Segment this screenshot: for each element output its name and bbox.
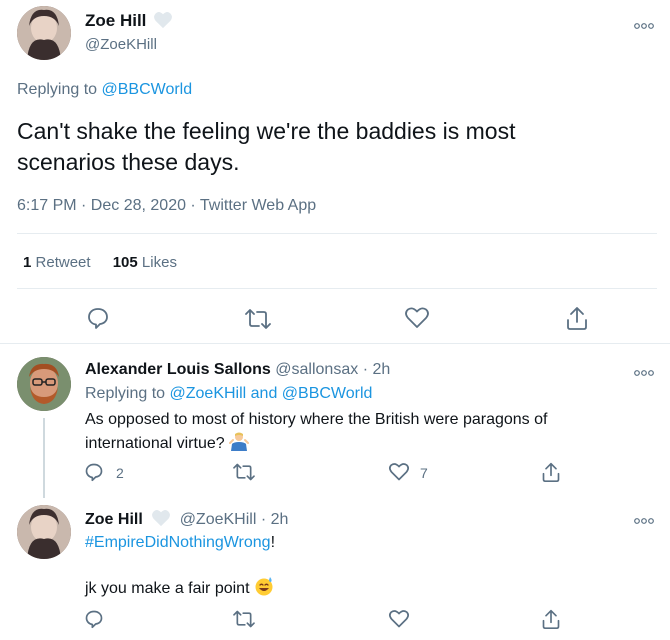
like-button[interactable] xyxy=(404,306,430,330)
share-button[interactable] xyxy=(541,461,561,483)
thread-line xyxy=(43,418,45,498)
replying-to-line: Replying to @BBCWorld xyxy=(17,81,192,99)
more-icon[interactable] xyxy=(634,364,654,376)
tweet-text-line1: Can't shake the feeling we're the baddie… xyxy=(17,118,516,144)
engagement-stats: 1 Retweet 105 Likes xyxy=(23,254,177,271)
tweet-text-line2: scenarios these days. xyxy=(17,149,240,175)
reply1-replying-to: Replying to @ZoeKHill and @BBCWorld xyxy=(85,385,372,403)
more-icon[interactable] xyxy=(634,512,654,524)
tweet-text: Can't shake the feeling we're the baddie… xyxy=(17,116,657,178)
reply1-text-line1: As opposed to most of history where the … xyxy=(85,411,548,428)
reply1-text: As opposed to most of history where the … xyxy=(85,409,645,458)
heart-badge-icon xyxy=(151,509,171,532)
reply1-time[interactable]: · 2h xyxy=(363,361,391,378)
reply-count: 2 xyxy=(116,465,124,481)
author-handle[interactable]: @ZoeKHill xyxy=(85,36,157,53)
reply-button[interactable] xyxy=(84,609,104,629)
tweet-timestamp[interactable]: 6:17 PM · Dec 28, 2020 · Twitter Web App xyxy=(17,197,316,215)
retweet-button[interactable] xyxy=(245,307,271,331)
hashtag-suffix: ! xyxy=(270,534,276,551)
reply1-header: Alexander Louis Sallons @sallonsax · 2h xyxy=(85,361,390,379)
replying-to-label: Replying to xyxy=(85,385,166,402)
reply2-header: Zoe Hill @ZoeKHill · 2h xyxy=(85,509,288,532)
like-count[interactable]: 105 Likes xyxy=(113,254,177,271)
avatar-zoe-hill[interactable] xyxy=(17,505,71,559)
like-button[interactable] xyxy=(388,462,410,482)
reply-button[interactable] xyxy=(86,306,110,330)
divider xyxy=(17,288,657,289)
reply2-time[interactable]: · 2h xyxy=(261,511,289,528)
retweet-count[interactable]: 1 Retweet xyxy=(23,254,91,271)
emoji-sweat-smile-icon xyxy=(254,576,274,601)
hashtag-link[interactable]: #EmpireDidNothingWrong xyxy=(85,534,271,551)
reply2-author-handle[interactable]: @ZoeKHill xyxy=(180,511,257,528)
replying-to-link[interactable]: @BBCWorld xyxy=(102,81,193,98)
replying-to-label: Replying to xyxy=(17,81,98,98)
heart-badge-icon xyxy=(153,11,173,34)
reply2-author-name[interactable]: Zoe Hill xyxy=(85,511,143,528)
divider xyxy=(17,233,657,234)
author-name[interactable]: Zoe Hill xyxy=(85,11,146,31)
reply2-text-line: jk you make a fair point xyxy=(85,580,250,597)
reply1-text-line2: international virtue? xyxy=(85,435,225,452)
avatar-alexander-sallons[interactable] xyxy=(17,357,71,411)
reply1-author-handle[interactable]: @sallonsax xyxy=(275,361,358,378)
reply2-hashtag-line: #EmpireDidNothingWrong! xyxy=(85,534,275,552)
reply2-text: jk you make a fair point xyxy=(85,576,274,601)
retweet-button[interactable] xyxy=(233,609,255,629)
emoji-person-shrugging-icon xyxy=(229,431,250,458)
more-icon[interactable] xyxy=(634,17,654,29)
like-count: 7 xyxy=(420,465,428,481)
reply1-author-name[interactable]: Alexander Louis Sallons xyxy=(85,361,271,378)
avatar-zoe-hill[interactable] xyxy=(17,6,71,60)
share-button[interactable] xyxy=(541,608,561,630)
retweet-button[interactable] xyxy=(233,462,255,482)
like-button[interactable] xyxy=(388,609,410,629)
replying-to-link[interactable]: @ZoeKHill and @BBCWorld xyxy=(170,385,373,402)
divider xyxy=(0,343,670,344)
share-button[interactable] xyxy=(565,305,589,331)
reply-button[interactable] xyxy=(84,462,104,482)
